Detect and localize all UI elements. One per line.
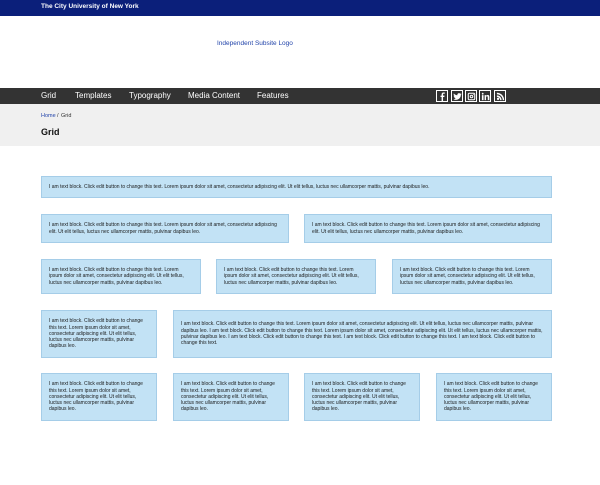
nav-item-grid[interactable]: Grid bbox=[41, 91, 56, 100]
text-block-content: I am text block. Click edit button to ch… bbox=[400, 267, 535, 286]
text-block[interactable]: I am text block. Click edit button to ch… bbox=[392, 259, 552, 294]
text-block[interactable]: I am text block. Click edit button to ch… bbox=[41, 310, 157, 358]
text-block-content: I am text block. Click edit button to ch… bbox=[49, 318, 143, 350]
text-block[interactable]: I am text block. Click edit button to ch… bbox=[173, 310, 552, 358]
nav-item-media-content[interactable]: Media Content bbox=[188, 91, 240, 100]
main-navigation: Grid Templates Typography Media Content … bbox=[0, 88, 600, 104]
text-block-content: I am text block. Click edit button to ch… bbox=[181, 381, 275, 413]
text-block-content: I am text block. Click edit button to ch… bbox=[312, 222, 540, 235]
page-title: Grid bbox=[41, 127, 60, 137]
text-block[interactable]: I am text block. Click edit button to ch… bbox=[41, 176, 552, 198]
rss-icon[interactable] bbox=[494, 90, 506, 102]
nav-item-templates[interactable]: Templates bbox=[75, 91, 111, 100]
text-block[interactable]: I am text block. Click edit button to ch… bbox=[304, 214, 552, 243]
university-topbar: The City University of New York bbox=[0, 0, 600, 16]
nav-item-features[interactable]: Features bbox=[257, 91, 289, 100]
nav-item-typography[interactable]: Typography bbox=[129, 91, 171, 100]
text-block[interactable]: I am text block. Click edit button to ch… bbox=[173, 373, 289, 421]
text-block[interactable]: I am text block. Click edit button to ch… bbox=[41, 259, 201, 294]
subsite-logo[interactable]: Independent Subsite Logo bbox=[217, 40, 293, 47]
linkedin-icon[interactable] bbox=[479, 90, 491, 102]
text-block-content: I am text block. Click edit button to ch… bbox=[444, 381, 538, 413]
text-block-content: I am text block. Click edit button to ch… bbox=[312, 381, 406, 413]
text-block-content: I am text block. Click edit button to ch… bbox=[49, 381, 143, 413]
text-block-content: I am text block. Click edit button to ch… bbox=[224, 267, 359, 286]
university-name[interactable]: The City University of New York bbox=[41, 3, 139, 10]
text-block-content: I am text block. Click edit button to ch… bbox=[49, 267, 184, 286]
twitter-icon[interactable] bbox=[451, 90, 463, 102]
text-block[interactable]: I am text block. Click edit button to ch… bbox=[41, 214, 289, 243]
text-block-content: I am text block. Click edit button to ch… bbox=[49, 222, 277, 235]
text-block-content: I am text block. Click edit button to ch… bbox=[49, 183, 430, 190]
instagram-icon[interactable] bbox=[465, 90, 477, 102]
page-header: Home / Grid Grid bbox=[0, 104, 600, 146]
text-block-content: I am text block. Click edit button to ch… bbox=[181, 321, 543, 347]
facebook-icon[interactable] bbox=[436, 90, 448, 102]
breadcrumb-home-link[interactable]: Home bbox=[41, 113, 56, 119]
breadcrumb-separator: / bbox=[57, 113, 59, 119]
text-block[interactable]: I am text block. Click edit button to ch… bbox=[41, 373, 157, 421]
breadcrumb-current: Grid bbox=[61, 113, 72, 119]
text-block[interactable]: I am text block. Click edit button to ch… bbox=[216, 259, 376, 294]
text-block[interactable]: I am text block. Click edit button to ch… bbox=[304, 373, 420, 421]
text-block[interactable]: I am text block. Click edit button to ch… bbox=[436, 373, 552, 421]
